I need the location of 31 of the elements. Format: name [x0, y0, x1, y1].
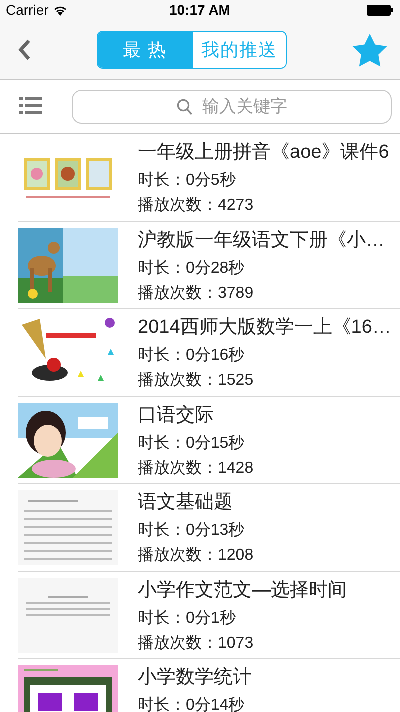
tab[interactable]: 最 热: [98, 32, 192, 68]
play-count: 播放次数：4273: [138, 196, 255, 216]
play-count: 播放次数：3789: [138, 284, 255, 304]
video-title: 小学作文范文—选择时间: [138, 578, 347, 602]
wifi-icon: [52, 4, 68, 16]
video-duration: 时长：0分14秒: [138, 696, 246, 712]
back-button[interactable]: [18, 38, 32, 60]
carrier-name: Carrier: [6, 2, 49, 18]
video-title: 2014西师大版数学一上《16…: [138, 316, 392, 340]
favorite-button[interactable]: [352, 32, 388, 66]
play-count: 播放次数：1073: [138, 634, 255, 654]
video-duration: 时长：0分1秒: [138, 608, 237, 628]
video-title: 语文基础题: [138, 491, 234, 515]
video-title: 一年级上册拼音《aoe》课件6: [138, 141, 390, 165]
play-count: 播放次数：1428: [138, 458, 254, 478]
video-duration: 时长：0分13秒: [138, 520, 246, 541]
video-duration: 时长：0分28秒: [138, 258, 246, 278]
play-count: 播放次数：1208: [138, 546, 254, 566]
search-field[interactable]: 输入关键字: [72, 90, 392, 124]
battery-icon: [367, 4, 394, 16]
video-duration: 时长：0分5秒: [138, 170, 237, 191]
video-title: 沪教版一年级语文下册《小…: [138, 228, 385, 252]
list-menu-button[interactable]: [19, 96, 42, 116]
play-count: 播放次数：1525: [138, 371, 255, 391]
video-title: 口语交际: [138, 404, 215, 428]
tab[interactable]: 我的推送: [192, 32, 286, 68]
video-title: 小学数学统计: [138, 666, 252, 690]
video-duration: 时长：0分15秒: [138, 434, 246, 454]
video-duration: 时长：0分16秒: [138, 346, 246, 366]
search-icon: [177, 98, 193, 116]
status-time: 10:17 AM: [170, 2, 230, 18]
